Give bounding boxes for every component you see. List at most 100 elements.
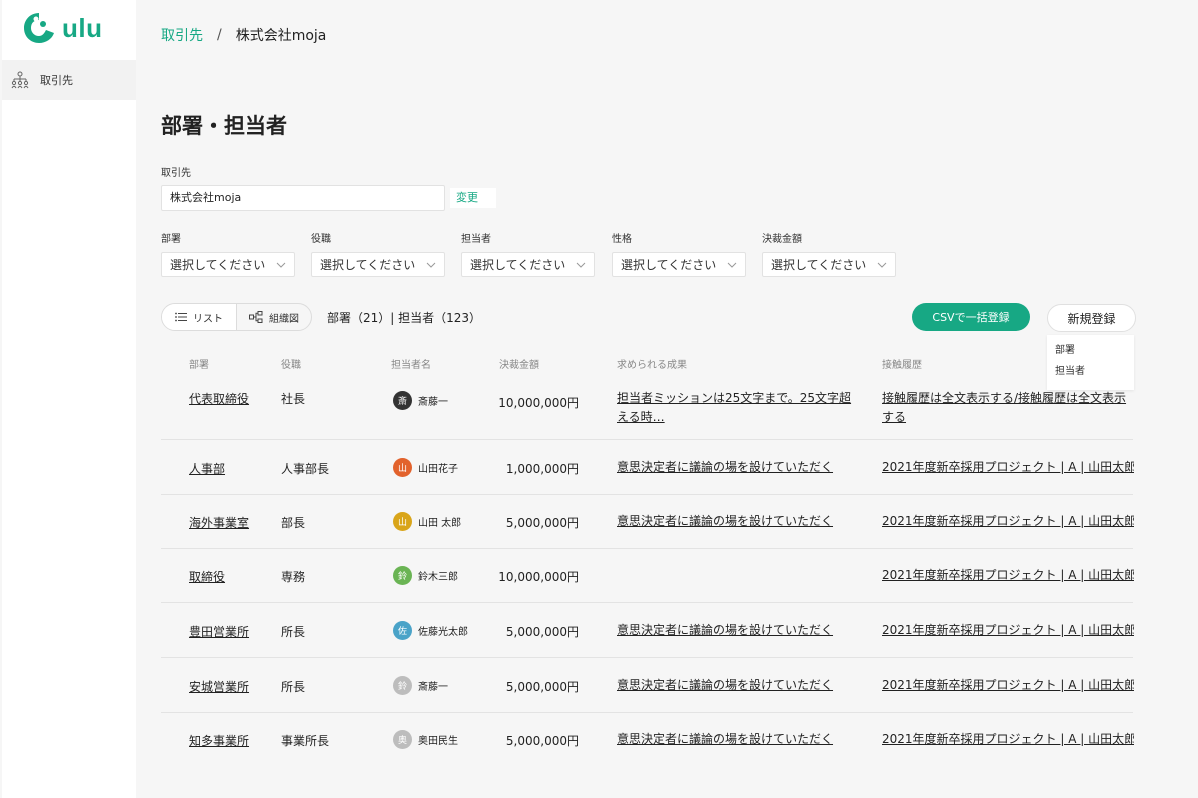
position-select[interactable]: 選択してください (311, 252, 445, 277)
sidebar-item-label: 取引先 (40, 74, 73, 87)
chevron-down-icon (877, 262, 887, 268)
avatar: 山 (393, 458, 412, 477)
position-cell: 事業所長 (281, 734, 330, 748)
select-value: 選択してください (170, 258, 266, 272)
department-link[interactable]: 海外事業室 (189, 514, 249, 531)
history-link[interactable]: 2021年度新卒採用プロジェクト | A | 山田太郎 (882, 676, 1134, 695)
department-link[interactable]: 取締役 (189, 568, 225, 585)
table-row: 取締役 専務 鈴 鈴木三郎 10,000,000円 2021年度新卒採用プロジェ… (161, 549, 1134, 603)
history-link[interactable]: 2021年度新卒採用プロジェクト | A | 山田太郎 (882, 730, 1134, 749)
new-register-button[interactable]: 新規登録 (1047, 304, 1136, 332)
filter-department: 部署 選択してください (161, 230, 295, 277)
avatar: 佐 (393, 621, 412, 640)
org-chart-icon (249, 311, 263, 323)
outcome-link[interactable]: 意思決定者に議論の場を設けていただく (617, 730, 863, 749)
outcome-link[interactable]: 意思決定者に議論の場を設けていただく (617, 458, 863, 477)
department-link[interactable]: 代表取締役 (189, 390, 249, 407)
history-link[interactable]: 2021年度新卒採用プロジェクト | A | 山田太郎 (882, 458, 1134, 477)
amount-cell: 5,000,000円 (505, 625, 579, 639)
sidebar-item-clients[interactable]: 取引先 (2, 60, 136, 100)
column-header-history: 接触履歴 (882, 360, 922, 371)
change-client-button[interactable]: 変更 (450, 188, 496, 208)
position-cell: 所長 (281, 625, 306, 639)
avatar: 斎 (393, 391, 412, 410)
assignee-cell[interactable]: 斎 斎藤一 (393, 391, 448, 410)
assignee-name: 奥田民生 (418, 736, 458, 747)
assignee-cell[interactable]: 鈴 鈴木三郎 (393, 566, 458, 585)
avatar: 鈴 (393, 676, 412, 695)
list-view-label: リスト (193, 313, 223, 325)
org-chart-view-button[interactable]: 組織図 (237, 304, 311, 330)
view-toggle: リスト 組織図 (161, 303, 312, 331)
assignee-name: 斎藤一 (418, 682, 448, 693)
position-cell: 部長 (281, 516, 306, 530)
table-row: 代表取締役 社長 斎 斎藤一 10,000,000円 担当者ミッションは25文字… (161, 374, 1133, 440)
assignee-name: 鈴木三郎 (418, 572, 458, 583)
assignee-cell[interactable]: 山 山田 太郎 (393, 512, 461, 531)
position-cell: 人事部長 (281, 462, 330, 476)
column-header-position: 役職 (281, 360, 301, 371)
select-value: 選択してください (771, 258, 867, 272)
org-chart-view-label: 組織図 (269, 313, 299, 325)
assignee-name: 斎藤一 (418, 397, 448, 408)
assignee-cell[interactable]: 奥 奥田民生 (393, 730, 458, 749)
filter-position: 役職 選択してください (311, 230, 445, 277)
avatar: 山 (393, 512, 412, 531)
amount-cell: 5,000,000円 (505, 516, 579, 530)
history-link[interactable]: 接触履歴は全文表示する/接触履歴は全文表示する (882, 389, 1134, 427)
breadcrumb-separator: / (217, 27, 222, 43)
table-row: 豊田営業所 所長 佐 佐藤光太郎 5,000,000円 意思決定者に議論の場を設… (161, 603, 1134, 658)
assignee-cell[interactable]: 山 山田花子 (393, 458, 458, 477)
department-link[interactable]: 知多事業所 (189, 732, 249, 749)
logo-text: ulu (62, 12, 103, 43)
approval-amount-select[interactable]: 選択してください (762, 252, 896, 277)
position-cell: 専務 (281, 570, 306, 584)
table-body: 代表取締役 社長 斎 斎藤一 10,000,000円 担当者ミッションは25文字… (161, 374, 1134, 767)
department-link[interactable]: 豊田営業所 (189, 623, 249, 640)
amount-cell: 10,000,000円 (498, 570, 579, 584)
outcome-link[interactable]: 意思決定者に議論の場を設けていただく (617, 512, 863, 531)
department-select[interactable]: 選択してください (161, 252, 295, 277)
history-link[interactable]: 2021年度新卒採用プロジェクト | A | 山田太郎 (882, 512, 1134, 531)
chevron-down-icon (276, 262, 286, 268)
filter-personality: 性格 選択してください (612, 230, 746, 277)
table-row: 人事部 人事部長 山 山田花子 1,000,000円 意思決定者に議論の場を設け… (161, 440, 1134, 495)
assignee-name: 山田 太郎 (418, 518, 462, 529)
org-chart-icon (11, 71, 29, 89)
select-value: 選択してください (621, 258, 717, 272)
history-link[interactable]: 2021年度新卒採用プロジェクト | A | 山田太郎 (882, 566, 1134, 585)
filter-label: 決裁金額 (762, 234, 802, 245)
assignee-select[interactable]: 選択してください (461, 252, 595, 277)
amount-cell: 5,000,000円 (505, 734, 579, 748)
column-header-outcome: 求められる成果 (617, 360, 687, 371)
department-link[interactable]: 安城営業所 (189, 678, 249, 695)
personality-select[interactable]: 選択してください (612, 252, 746, 277)
list-view-button[interactable]: リスト (162, 304, 237, 330)
assignee-cell[interactable]: 佐 佐藤光太郎 (393, 621, 468, 640)
table-row: 知多事業所 事業所長 奥 奥田民生 5,000,000円 意思決定者に議論の場を… (161, 713, 1134, 767)
breadcrumb-parent-link[interactable]: 取引先 (161, 25, 203, 45)
avatar: 鈴 (393, 566, 412, 585)
history-link[interactable]: 2021年度新卒採用プロジェクト | A | 山田太郎 (882, 621, 1134, 640)
outcome-link[interactable]: 意思決定者に議論の場を設けていただく (617, 676, 863, 695)
filter-label: 担当者 (461, 234, 491, 245)
amount-cell: 10,000,000円 (498, 396, 579, 410)
breadcrumb: 取引先 / 株式会社moja (161, 25, 326, 45)
logo[interactable]: ulu (22, 8, 103, 48)
outcome-link[interactable]: 担当者ミッションは25文字まで。25文字超える時… (617, 389, 863, 427)
filter-assignee: 担当者 選択してください (461, 230, 595, 277)
table-header: 部署 役職 担当者名 決裁金額 求められる成果 接触履歴 (161, 356, 1133, 372)
csv-bulk-register-button[interactable]: CSVで一括登録 (912, 303, 1030, 331)
page-title: 部署・担当者 (161, 114, 287, 138)
department-link[interactable]: 人事部 (189, 460, 225, 477)
chevron-down-icon (576, 262, 586, 268)
assignee-name: 佐藤光太郎 (418, 627, 468, 638)
client-label: 取引先 (161, 168, 191, 179)
select-value: 選択してください (470, 258, 566, 272)
position-cell: 社長 (281, 392, 306, 406)
filter-approval-amount: 決裁金額 選択してください (762, 230, 896, 277)
outcome-link[interactable]: 意思決定者に議論の場を設けていただく (617, 621, 863, 640)
filter-label: 部署 (161, 234, 181, 245)
assignee-cell[interactable]: 鈴 斎藤一 (393, 676, 448, 695)
breadcrumb-current: 株式会社moja (235, 28, 327, 44)
